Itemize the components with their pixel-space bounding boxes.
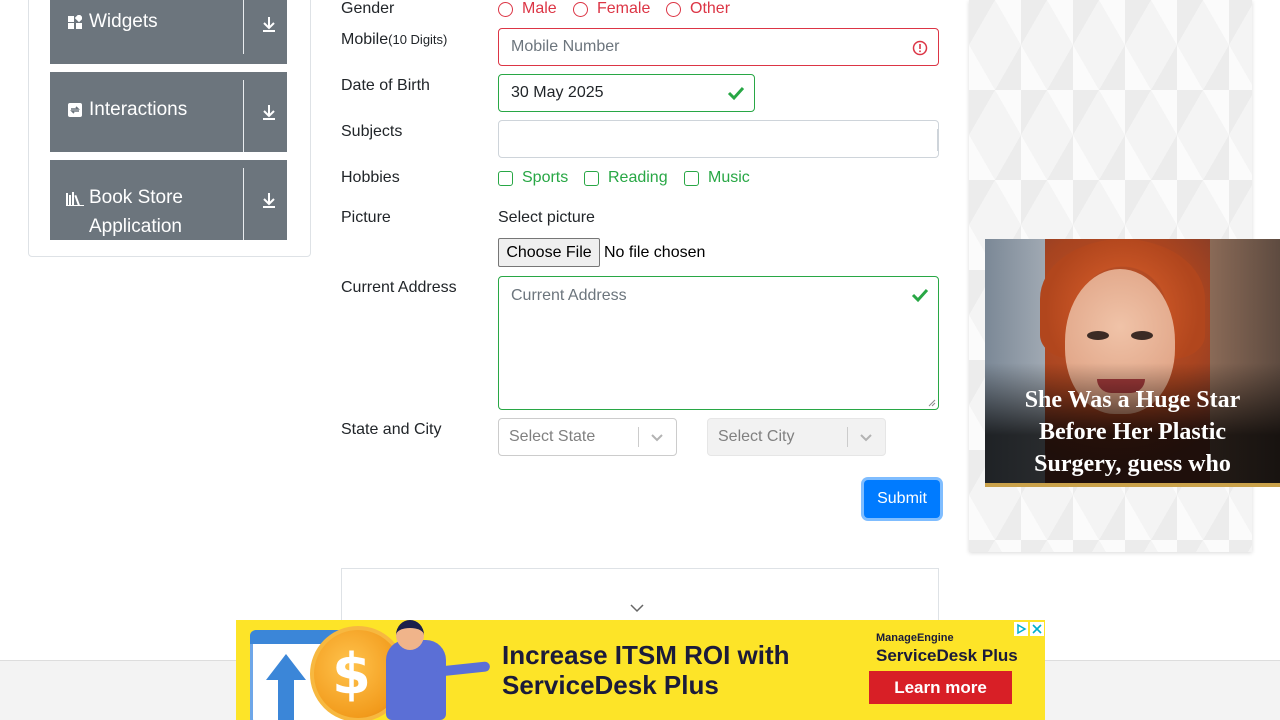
sidebar-group-widgets[interactable]: Widgets — [50, 0, 287, 64]
submit-button[interactable]: Submit — [864, 480, 940, 518]
checkbox-label: Reading — [608, 169, 668, 186]
mobile-field[interactable]: Mobile Number — [498, 28, 939, 66]
address-label: Current Address — [341, 279, 457, 296]
side-ad-image[interactable]: She Was a Huge Star Before Her Plastic S… — [985, 239, 1280, 487]
learn-more-button[interactable]: Learn more — [869, 671, 1012, 704]
gender-label: Gender — [341, 0, 395, 17]
city-select[interactable]: Select City — [707, 418, 886, 456]
dob-value: 30 May 2025 — [511, 84, 604, 101]
interactions-icon — [68, 103, 82, 117]
address-textarea[interactable]: Current Address — [498, 276, 939, 410]
sidebar-group-interactions[interactable]: Interactions — [50, 72, 287, 152]
checkbox-box[interactable] — [684, 170, 699, 186]
select-picture-label: Select picture — [498, 209, 595, 226]
sidebar-group-label-line1: Book Store — [89, 187, 183, 208]
sidebar-group-label: Interactions — [89, 99, 188, 120]
subjects-label: Subjects — [341, 123, 403, 140]
banner-ad[interactable]: $ Increase ITSM ROI with ServiceDesk Plu… — [236, 620, 1045, 720]
address-placeholder: Current Address — [511, 287, 627, 304]
error-icon — [912, 40, 928, 56]
side-ad-headline[interactable]: She Was a Huge Star Before Her Plastic S… — [985, 384, 1280, 480]
chevron-down-icon[interactable] — [648, 428, 666, 446]
mobile-hint: (10 Digits) — [388, 32, 448, 47]
ad-brand-small: ManageEngine — [876, 632, 954, 644]
picture-label: Picture — [341, 209, 391, 226]
radio-circle[interactable] — [573, 1, 588, 17]
sidebar-group-label-line2: Application — [89, 216, 182, 237]
state-placeholder: Select State — [509, 428, 596, 445]
dob-label: Date of Birth — [341, 77, 430, 94]
practice-form-page: Widgets Interactions Book Store Applicat… — [0, 0, 1280, 720]
checkbox-box[interactable] — [498, 170, 513, 186]
banner-ad-headline: Increase ITSM ROI with ServiceDesk Plus — [502, 640, 790, 700]
check-icon — [727, 86, 745, 101]
close-icon[interactable] — [1030, 622, 1044, 636]
subjects-input[interactable] — [498, 120, 939, 158]
file-status: No file chosen — [604, 244, 706, 261]
state-city-label: State and City — [341, 421, 442, 438]
radio-circle[interactable] — [498, 1, 513, 17]
radio-label: Other — [690, 0, 731, 17]
dollar-icon: $ — [332, 642, 371, 707]
hobbies-label: Hobbies — [341, 169, 400, 186]
hobby-checkbox-sports[interactable]: Sports — [498, 169, 568, 187]
ad-brand-large: ServiceDesk Plus — [876, 646, 1018, 665]
mobile-placeholder: Mobile Number — [511, 38, 620, 55]
sidebar-group-label: Widgets — [89, 11, 158, 32]
download-icon[interactable] — [260, 191, 278, 209]
resize-handle-icon[interactable] — [928, 399, 936, 407]
choose-file-button[interactable]: Choose File — [498, 238, 600, 267]
dob-input[interactable]: 30 May 2025 — [498, 74, 755, 112]
checkbox-box[interactable] — [584, 170, 599, 186]
book-store-icon — [66, 192, 84, 206]
state-select[interactable]: Select State — [498, 418, 677, 456]
adchoices-icon[interactable] — [1014, 622, 1028, 636]
content-panel — [341, 568, 939, 628]
checkbox-label: Music — [708, 169, 750, 186]
gender-radio-female[interactable]: Female — [573, 0, 650, 18]
radio-label: Female — [597, 0, 651, 17]
gender-radio-other[interactable]: Other — [666, 0, 730, 18]
checkbox-label: Sports — [522, 169, 569, 186]
sidebar-group-book-store[interactable]: Book Store Application — [50, 160, 287, 240]
download-icon[interactable] — [260, 103, 278, 121]
mobile-label: Mobile(10 Digits) — [341, 31, 448, 48]
widgets-icon — [68, 15, 82, 29]
radio-circle[interactable] — [666, 1, 681, 17]
gender-radio-male[interactable]: Male — [498, 0, 557, 18]
hobby-checkbox-music[interactable]: Music — [684, 169, 750, 187]
hobby-checkbox-reading[interactable]: Reading — [584, 169, 668, 187]
check-icon — [911, 288, 929, 303]
download-icon[interactable] — [260, 15, 278, 33]
city-placeholder: Select City — [718, 428, 795, 445]
chevron-down-icon[interactable] — [857, 428, 875, 446]
chevron-down-icon[interactable] — [629, 603, 645, 613]
radio-label: Male — [522, 0, 557, 17]
